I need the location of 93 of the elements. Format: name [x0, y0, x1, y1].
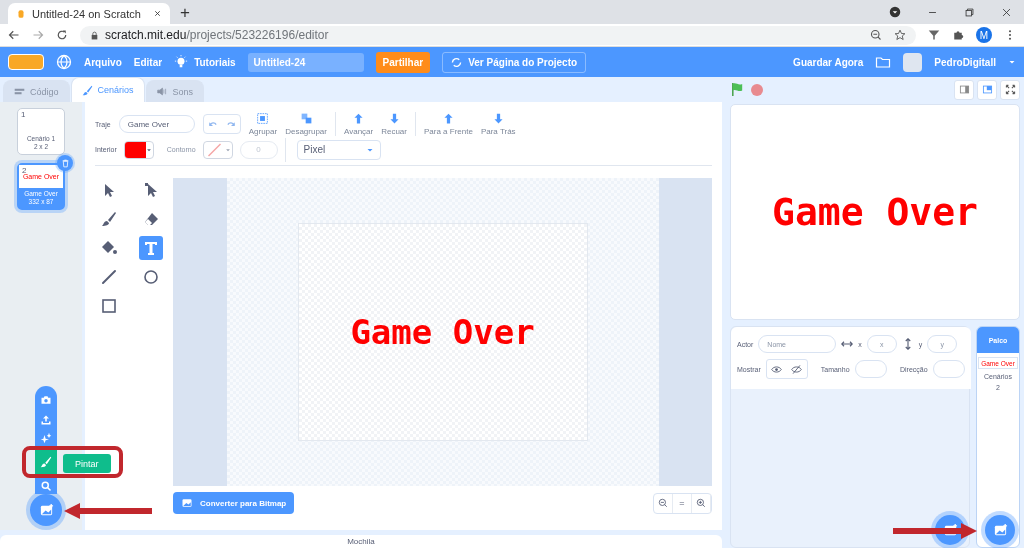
fullscreen-button[interactable]: [1000, 79, 1020, 100]
sparkle-icon: [40, 432, 52, 444]
zoom-out-icon: [658, 498, 668, 508]
user-avatar[interactable]: [903, 52, 923, 72]
canvas-text: Game Over: [350, 312, 535, 352]
puzzle-icon: [952, 29, 964, 41]
undo-icon: [207, 119, 218, 129]
group-icon: [256, 112, 270, 125]
image-plus-icon: [992, 522, 1008, 538]
lock-icon: [90, 30, 99, 40]
horizontal-arrow-icon: [841, 338, 854, 350]
toolbar-button[interactable]: Para Trás: [480, 112, 516, 136]
fill-color-picker[interactable]: [123, 140, 154, 159]
browser-tab[interactable]: Untitled-24 on Scratch: [8, 3, 170, 24]
brush-icon: [40, 456, 52, 468]
small-stage-icon: [958, 84, 970, 95]
share-button[interactable]: Partilhar: [375, 51, 431, 73]
ungroup-icon: [299, 112, 313, 125]
outline-color-picker[interactable]: [202, 140, 233, 159]
image-plus-icon: [38, 502, 54, 518]
line-icon: [101, 269, 117, 285]
hidden-eye-icon: [791, 363, 803, 375]
save-now-link[interactable]: Guardar Agora: [793, 56, 864, 68]
tool-button[interactable]: [139, 236, 163, 260]
convert-bitmap-button[interactable]: Converter para Bitmap: [173, 492, 295, 514]
large-stage-button[interactable]: [977, 79, 997, 100]
eye-icon: [771, 363, 783, 375]
folder-icon: [875, 54, 892, 70]
reshape-arrow-icon: [143, 182, 159, 198]
brush-icon: [81, 84, 93, 96]
close-icon: [1001, 6, 1012, 18]
speaker-icon: [156, 86, 168, 97]
stage[interactable]: Game Over: [730, 104, 1020, 320]
project-title-field[interactable]: Untitled-24: [247, 52, 364, 72]
brush-icon: [101, 211, 117, 227]
lightbulb-icon: [174, 55, 189, 69]
caret-icon: [146, 146, 153, 153]
arrows-icon: [451, 56, 463, 68]
star-icon: [894, 29, 906, 41]
small-stage-button[interactable]: [954, 79, 974, 100]
code-blocks-icon: [14, 86, 25, 97]
back-arrow-icon: [8, 29, 20, 41]
fullscreen-icon: [1004, 84, 1016, 95]
close-icon: [153, 9, 162, 18]
square-icon: [101, 298, 117, 314]
editor-tab[interactable]: Código: [3, 80, 70, 102]
editor-tab[interactable]: Sons: [145, 80, 205, 102]
logo[interactable]: [8, 54, 44, 70]
eraser-icon: [143, 211, 159, 227]
toolbar-button[interactable]: Recuar: [381, 112, 407, 136]
toolbar-button[interactable]: Para a Frente: [424, 112, 473, 136]
font-dropdown[interactable]: Pixel: [296, 139, 381, 160]
funnel-icon: [928, 29, 940, 41]
camera-icon: [40, 394, 52, 406]
text-icon: [143, 240, 159, 256]
stage-text: Game Over: [772, 190, 978, 234]
search-icon: [40, 480, 52, 492]
new-tab-button[interactable]: +: [180, 3, 190, 21]
reload-icon: [56, 29, 68, 41]
paint-bucket-icon: [101, 240, 117, 256]
caret-icon: [1008, 58, 1016, 66]
caret-icon: [225, 146, 232, 153]
tooltip: Pintar: [63, 454, 111, 473]
url-text: scratch.mit.edu/projects/523226196/editor: [105, 28, 329, 42]
redo-icon: [225, 119, 236, 129]
profile-avatar[interactable]: M: [976, 27, 992, 43]
globe-icon: [56, 54, 72, 70]
large-stage-icon: [981, 84, 993, 95]
editor-tab[interactable]: Cenários: [70, 77, 145, 102]
toolbar-button[interactable]: Desagrupar: [285, 112, 327, 136]
zoom-out-icon: [870, 29, 882, 41]
see-project-button[interactable]: Ver Página do Projecto: [442, 51, 587, 73]
username-menu[interactable]: PedroDigitall: [934, 56, 996, 68]
menu-item[interactable]: Editar: [133, 56, 163, 68]
delete-button[interactable]: [57, 155, 73, 171]
tutorials-menu[interactable]: Tutoriais: [194, 56, 236, 68]
forward-arrow-icon: [32, 29, 44, 41]
backpack-bar[interactable]: Mochila: [0, 535, 722, 548]
circle-icon: [143, 269, 159, 285]
restore-icon: [964, 6, 975, 18]
upload-icon: [40, 414, 52, 426]
address-bar[interactable]: scratch.mit.edu/projects/523226196/editor: [80, 25, 916, 45]
toolbar-button[interactable]: Agrupar: [248, 112, 278, 136]
tab-search-icon: [889, 6, 901, 18]
trash-icon: [60, 158, 70, 168]
flag-icon: [730, 82, 745, 97]
toolbar-button[interactable]: Avançar: [344, 112, 374, 136]
image-icon: [181, 497, 193, 509]
paint-canvas[interactable]: Game Over: [173, 178, 712, 486]
zoom-in-icon: [696, 498, 706, 508]
costume-number: 1: [21, 110, 26, 120]
stop-icon[interactable]: [751, 83, 763, 96]
menu-item[interactable]: Arquivo: [84, 56, 122, 68]
